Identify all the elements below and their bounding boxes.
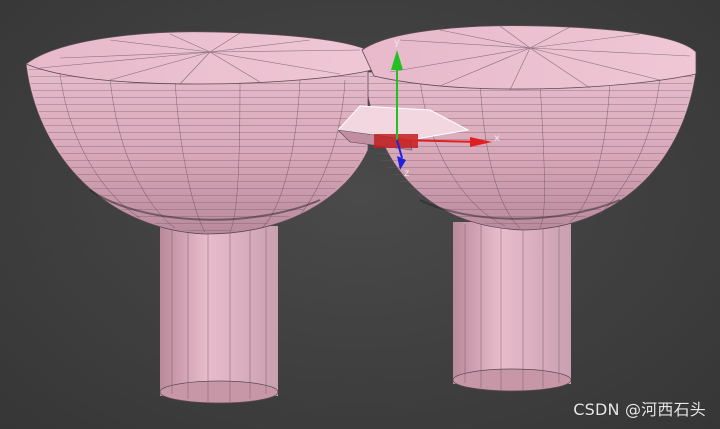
left-bowl-top — [25, 31, 373, 85]
z-axis-label: z — [404, 168, 409, 179]
y-axis-label: y — [394, 37, 400, 48]
scene-canvas[interactable]: y x z — [0, 0, 720, 429]
right-stem — [452, 222, 572, 392]
left-stem — [159, 226, 279, 404]
right-bowl-top — [361, 25, 697, 91]
left-bowl — [25, 63, 369, 235]
watermark: CSDN @河西石头 — [573, 400, 706, 419]
right-bowl — [363, 71, 697, 231]
3d-viewport[interactable]: y x z CSDN @河西石头 — [0, 0, 720, 429]
x-axis-label: x — [494, 133, 500, 144]
